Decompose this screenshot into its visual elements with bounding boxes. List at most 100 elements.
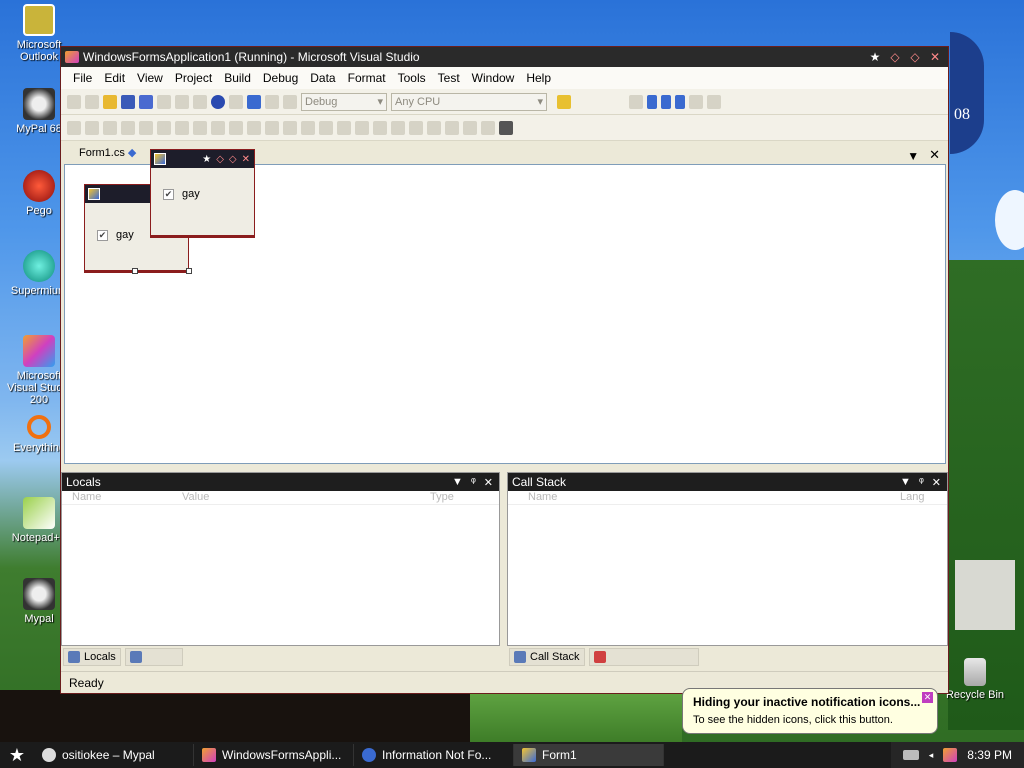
resize-handle[interactable]	[132, 268, 138, 274]
restart-icon[interactable]	[675, 94, 685, 109]
cut-icon[interactable]	[157, 94, 171, 109]
taskbar-item-form1[interactable]: Form1	[514, 744, 664, 766]
decrease-v-spacing-icon[interactable]	[373, 120, 387, 135]
checkbox-control[interactable]: ✔ gay	[151, 168, 254, 200]
lock-controls-icon[interactable]	[481, 120, 495, 135]
resize-handle[interactable]	[186, 268, 192, 274]
close-button[interactable]: ✕	[242, 154, 250, 165]
vertical-spacing-icon[interactable]	[337, 120, 351, 135]
column-type[interactable]: Type	[430, 491, 454, 504]
center-vertically-icon[interactable]	[427, 120, 441, 135]
visual-studio-window[interactable]: WindowsFormsApplication1 (Running) - Mic…	[60, 46, 949, 694]
navigate-icon[interactable]	[247, 94, 261, 109]
clock[interactable]: 8:39 PM	[967, 748, 1012, 762]
undo-icon[interactable]	[211, 94, 225, 109]
menu-test[interactable]: Test	[432, 71, 466, 85]
column-name[interactable]: Name	[72, 491, 182, 504]
tab-order-icon[interactable]	[499, 120, 513, 135]
paste-icon[interactable]	[193, 94, 207, 109]
save-icon[interactable]	[121, 94, 135, 109]
send-to-back-icon[interactable]	[463, 120, 477, 135]
pause-icon[interactable]	[647, 94, 657, 109]
tab-watch[interactable]	[124, 648, 183, 666]
column-name[interactable]: Name	[518, 491, 900, 504]
close-icon[interactable]: ✕	[484, 476, 493, 489]
align-lefts-icon[interactable]	[67, 120, 81, 135]
menu-format[interactable]: Format	[342, 71, 392, 85]
align-middles-icon[interactable]	[139, 120, 153, 135]
tab-locals[interactable]: Locals	[63, 648, 121, 666]
tab-form1-cs[interactable]: Form1.cs ◆	[69, 143, 146, 163]
chevron-down-icon[interactable]: ▼	[900, 476, 911, 489]
menu-build[interactable]: Build	[218, 71, 257, 85]
taskbar-item-visual-studio[interactable]: WindowsFormsAppli...	[194, 744, 354, 766]
tab-call-stack[interactable]: Call Stack	[509, 648, 585, 666]
taskbar-item-information[interactable]: Information Not Fo...	[354, 744, 514, 766]
keyboard-icon[interactable]	[902, 750, 919, 760]
size-to-grid-icon[interactable]	[247, 120, 261, 135]
open-folder-icon[interactable]	[103, 94, 117, 109]
close-button[interactable]: ✕	[928, 50, 942, 64]
menu-debug[interactable]: Debug	[257, 71, 304, 85]
step-into-icon[interactable]	[689, 94, 703, 109]
minimize-button[interactable]: ◇	[216, 154, 224, 165]
horizontal-spacing-icon[interactable]	[265, 120, 279, 135]
same-size-icon[interactable]	[229, 120, 243, 135]
same-width-icon[interactable]	[193, 120, 207, 135]
increase-h-spacing-icon[interactable]	[283, 120, 297, 135]
column-value[interactable]: Value	[182, 491, 430, 504]
platform-combo[interactable]: Any CPU	[391, 92, 547, 111]
remove-v-spacing-icon[interactable]	[391, 120, 405, 135]
form-designer-surface[interactable]: ★ ◇ ✔ gay ★ ◇ ◇ ✕ ✔ gay	[64, 149, 946, 464]
align-rights-icon[interactable]	[103, 120, 117, 135]
start-button[interactable]: ★	[0, 745, 34, 766]
menu-view[interactable]: View	[131, 71, 169, 85]
close-icon[interactable]: ✕	[929, 147, 940, 163]
decrease-h-spacing-icon[interactable]	[301, 120, 315, 135]
notification-balloon[interactable]: Hiding your inactive notification icons.…	[682, 688, 938, 734]
save-all-icon[interactable]	[139, 94, 153, 109]
column-lang[interactable]: Lang	[900, 491, 924, 504]
taskbar-item-mypal[interactable]: ositiokee – Mypal	[34, 744, 194, 766]
same-height-icon[interactable]	[211, 120, 225, 135]
bring-to-front-icon[interactable]	[445, 120, 459, 135]
align-tops-icon[interactable]	[121, 120, 135, 135]
close-icon[interactable]: ✕	[932, 476, 941, 489]
pin-icon[interactable]: ᵠ	[471, 476, 476, 489]
remove-h-spacing-icon[interactable]	[319, 120, 333, 135]
menu-window[interactable]: Window	[466, 71, 521, 85]
menu-tools[interactable]: Tools	[392, 71, 432, 85]
find-in-files-icon[interactable]	[557, 94, 571, 109]
menu-project[interactable]: Project	[169, 71, 218, 85]
close-icon[interactable]: ✕	[922, 692, 933, 703]
align-centers-icon[interactable]	[85, 120, 99, 135]
visual-studio-tray-icon[interactable]	[943, 748, 958, 762]
star-icon[interactable]: ★	[202, 154, 211, 165]
step-over-icon[interactable]	[707, 94, 721, 109]
stop-icon[interactable]	[661, 94, 671, 109]
redo-icon[interactable]	[229, 94, 243, 109]
minimize-button[interactable]: ◇	[888, 50, 902, 64]
star-icon[interactable]: ★	[868, 50, 882, 64]
vs-titlebar[interactable]: WindowsFormsApplication1 (Running) - Mic…	[61, 47, 948, 67]
align-bottoms-icon[interactable]	[157, 120, 171, 135]
maximize-button[interactable]: ◇	[229, 154, 237, 165]
running-form[interactable]: ★ ◇ ◇ ✕ ✔ gay	[150, 149, 255, 236]
find-icon[interactable]	[265, 94, 279, 109]
chevron-down-icon[interactable]: ▼	[907, 149, 919, 163]
tab-immediate[interactable]	[588, 648, 699, 666]
start-icon[interactable]	[283, 94, 297, 109]
new-project-icon[interactable]	[67, 94, 81, 109]
menu-edit[interactable]: Edit	[98, 71, 131, 85]
align-grid-icon[interactable]	[175, 120, 189, 135]
chevron-down-icon[interactable]: ▼	[452, 476, 463, 489]
locals-pane[interactable]: Locals ▼ ᵠ ✕ Name Value Type	[61, 472, 500, 646]
show-hidden-icons-button[interactable]: ◂	[929, 750, 934, 761]
running-form-titlebar[interactable]: ★ ◇ ◇ ✕	[151, 150, 254, 168]
maximize-button[interactable]: ◇	[908, 50, 922, 64]
call-stack-pane[interactable]: Call Stack ▼ ᵠ ✕ Name Lang	[507, 472, 948, 646]
config-combo[interactable]: Debug	[301, 92, 387, 111]
add-item-icon[interactable]	[85, 94, 99, 109]
copy-icon[interactable]	[175, 94, 189, 109]
increase-v-spacing-icon[interactable]	[355, 120, 369, 135]
